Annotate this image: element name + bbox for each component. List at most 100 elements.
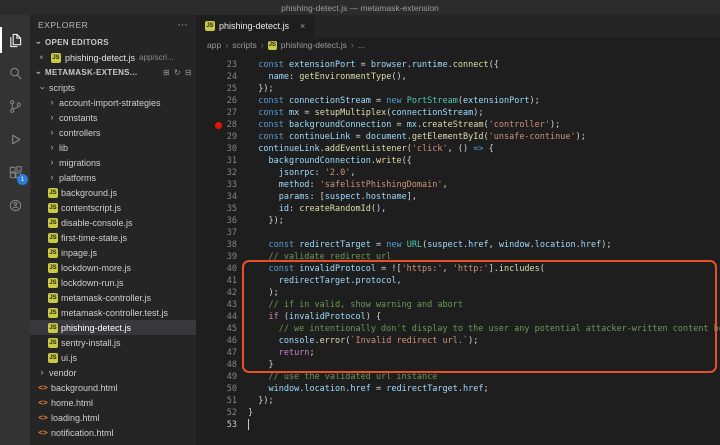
tree-item-constants[interactable]: ›constants bbox=[30, 110, 196, 125]
line-number-gutter[interactable]: 25 bbox=[196, 83, 248, 95]
close-icon[interactable]: × bbox=[39, 53, 47, 62]
open-editors-section[interactable]: › OPEN EDITORS bbox=[30, 35, 196, 50]
tree-item-notification-html[interactable]: <>notification.html bbox=[30, 425, 196, 440]
code-line[interactable]: 30 continueLink.addEventListener('click'… bbox=[196, 143, 720, 155]
code-line[interactable]: 53 bbox=[196, 419, 720, 431]
collapse-folders-icon[interactable]: ⊟ bbox=[185, 68, 192, 77]
tree-item-metamask-controller-test-js[interactable]: JSmetamask-controller.test.js bbox=[30, 305, 196, 320]
tree-item-scripts[interactable]: ›scripts bbox=[30, 80, 196, 95]
line-number-gutter[interactable]: 26 bbox=[196, 95, 248, 107]
code-line[interactable]: 41 redirectTarget.protocol, bbox=[196, 275, 720, 287]
tree-item-background-js[interactable]: JSbackground.js bbox=[30, 185, 196, 200]
line-number-gutter[interactable]: 27 bbox=[196, 107, 248, 119]
line-number-gutter[interactable]: 51 bbox=[196, 395, 248, 407]
code-line[interactable]: 44 if (invalidProtocol) { bbox=[196, 311, 720, 323]
breadcrumb-item[interactable]: phishing-detect.js bbox=[281, 40, 347, 50]
tree-item-account-import-strategies[interactable]: ›account-import-strategies bbox=[30, 95, 196, 110]
code-line[interactable]: 29 const continueLink = document.getElem… bbox=[196, 131, 720, 143]
line-number-gutter[interactable]: 35 bbox=[196, 203, 248, 215]
code-line[interactable]: 35 id: createRandomId(), bbox=[196, 203, 720, 215]
code-line[interactable]: 42 ); bbox=[196, 287, 720, 299]
line-number-gutter[interactable]: 47 bbox=[196, 347, 248, 359]
tree-item-phishing-detect-js[interactable]: JSphishing-detect.js bbox=[30, 320, 196, 335]
line-number-gutter[interactable]: 44 bbox=[196, 311, 248, 323]
code-line[interactable]: 27 const mx = setupMultiplex(connectionS… bbox=[196, 107, 720, 119]
line-number-gutter[interactable]: 52 bbox=[196, 407, 248, 419]
workspace-section[interactable]: › METAMASK-EXTENS... ⊞↻⊟ bbox=[30, 65, 196, 80]
tree-item-disable-console-js[interactable]: JSdisable-console.js bbox=[30, 215, 196, 230]
tree-item-ui-js[interactable]: JSui.js bbox=[30, 350, 196, 365]
line-number-gutter[interactable]: 32 bbox=[196, 167, 248, 179]
line-number-gutter[interactable]: 30 bbox=[196, 143, 248, 155]
code-line[interactable]: 23 const extensionPort = browser.runtime… bbox=[196, 59, 720, 71]
line-number-gutter[interactable]: 38 bbox=[196, 239, 248, 251]
code-line[interactable]: 48 } bbox=[196, 359, 720, 371]
tree-item-lockdown-more-js[interactable]: JSlockdown-more.js bbox=[30, 260, 196, 275]
tree-item-home-html[interactable]: <>home.html bbox=[30, 395, 196, 410]
line-number-gutter[interactable]: 46 bbox=[196, 335, 248, 347]
tree-item-contentscript-js[interactable]: JScontentscript.js bbox=[30, 200, 196, 215]
code-line[interactable]: 40 const invalidProtocol = !['https:', '… bbox=[196, 263, 720, 275]
line-number-gutter[interactable]: 41 bbox=[196, 275, 248, 287]
code-line[interactable]: 25 }); bbox=[196, 83, 720, 95]
line-number-gutter[interactable]: 37 bbox=[196, 227, 248, 239]
breadcrumb-item[interactable]: ... bbox=[358, 40, 365, 50]
breadcrumb-item[interactable]: scripts bbox=[232, 40, 257, 50]
code-line[interactable]: 31 backgroundConnection.write({ bbox=[196, 155, 720, 167]
code-line[interactable]: 49 // use the validated url instance bbox=[196, 371, 720, 383]
code-line[interactable]: 32 jsonrpc: '2.0', bbox=[196, 167, 720, 179]
line-number-gutter[interactable]: 23 bbox=[196, 59, 248, 71]
line-number-gutter[interactable]: 39 bbox=[196, 251, 248, 263]
line-number-gutter[interactable]: 43 bbox=[196, 299, 248, 311]
line-number-gutter[interactable]: 29 bbox=[196, 131, 248, 143]
code-line[interactable]: 24 name: getEnvironmentType(), bbox=[196, 71, 720, 83]
line-number-gutter[interactable]: 40 bbox=[196, 263, 248, 275]
tree-item-inpage-js[interactable]: JSinpage.js bbox=[30, 245, 196, 260]
line-number-gutter[interactable]: 33 bbox=[196, 179, 248, 191]
tree-item-vendor[interactable]: ›vendor bbox=[30, 365, 196, 380]
open-editor-item[interactable]: × JS phishing-detect.js app/scri... bbox=[30, 50, 196, 65]
new-file-icon[interactable]: ⊞ bbox=[163, 68, 170, 77]
refresh-explorer-icon[interactable]: ↻ bbox=[174, 68, 181, 77]
breadcrumb-item[interactable]: app bbox=[207, 40, 221, 50]
code-line[interactable]: 36 }); bbox=[196, 215, 720, 227]
extensions-icon[interactable]: 1 bbox=[0, 159, 30, 185]
run-debug-icon[interactable] bbox=[0, 126, 30, 152]
code-line[interactable]: 46 console.error(`Invalid redirect url.`… bbox=[196, 335, 720, 347]
line-number-gutter[interactable]: 28 bbox=[196, 119, 248, 131]
code-line[interactable]: 39 // validate redirect url bbox=[196, 251, 720, 263]
code-line[interactable]: 38 const redirectTarget = new URL(suspec… bbox=[196, 239, 720, 251]
tree-item-metamask-controller-js[interactable]: JSmetamask-controller.js bbox=[30, 290, 196, 305]
code-line[interactable]: 45 // we intentionally don't display to … bbox=[196, 323, 720, 335]
line-number-gutter[interactable]: 53 bbox=[196, 419, 248, 431]
tree-item-first-time-state-js[interactable]: JSfirst-time-state.js bbox=[30, 230, 196, 245]
code-line[interactable]: 50 window.location.href = redirectTarget… bbox=[196, 383, 720, 395]
line-number-gutter[interactable]: 34 bbox=[196, 191, 248, 203]
line-number-gutter[interactable]: 24 bbox=[196, 71, 248, 83]
code-line[interactable]: 43 // if in valid, show warning and abor… bbox=[196, 299, 720, 311]
tree-item-migrations[interactable]: ›migrations bbox=[30, 155, 196, 170]
line-number-gutter[interactable]: 45 bbox=[196, 323, 248, 335]
live-share-icon[interactable] bbox=[0, 192, 30, 218]
line-number-gutter[interactable]: 49 bbox=[196, 371, 248, 383]
tree-item-lib[interactable]: ›lib bbox=[30, 140, 196, 155]
code-line[interactable]: 28 const backgroundConnection = mx.creat… bbox=[196, 119, 720, 131]
code-line[interactable]: 33 method: 'safelistPhishingDomain', bbox=[196, 179, 720, 191]
code-line[interactable]: 52} bbox=[196, 407, 720, 419]
code-line[interactable]: 34 params: [suspect.hostname], bbox=[196, 191, 720, 203]
code-editor[interactable]: 23 const extensionPort = browser.runtime… bbox=[196, 53, 720, 445]
line-number-gutter[interactable]: 36 bbox=[196, 215, 248, 227]
more-actions-icon[interactable]: ⋯ bbox=[178, 20, 189, 31]
line-number-gutter[interactable]: 50 bbox=[196, 383, 248, 395]
code-line[interactable]: 51 }); bbox=[196, 395, 720, 407]
tree-item-lockdown-run-js[interactable]: JSlockdown-run.js bbox=[30, 275, 196, 290]
code-line[interactable]: 37 bbox=[196, 227, 720, 239]
tree-item-loading-html[interactable]: <>loading.html bbox=[30, 410, 196, 425]
search-icon[interactable] bbox=[0, 60, 30, 86]
tree-item-platforms[interactable]: ›platforms bbox=[30, 170, 196, 185]
code-line[interactable]: 47 return; bbox=[196, 347, 720, 359]
line-number-gutter[interactable]: 31 bbox=[196, 155, 248, 167]
line-number-gutter[interactable]: 48 bbox=[196, 359, 248, 371]
tree-item-controllers[interactable]: ›controllers bbox=[30, 125, 196, 140]
tab-phishing-detect-js[interactable]: JS phishing-detect.js × bbox=[196, 15, 314, 37]
